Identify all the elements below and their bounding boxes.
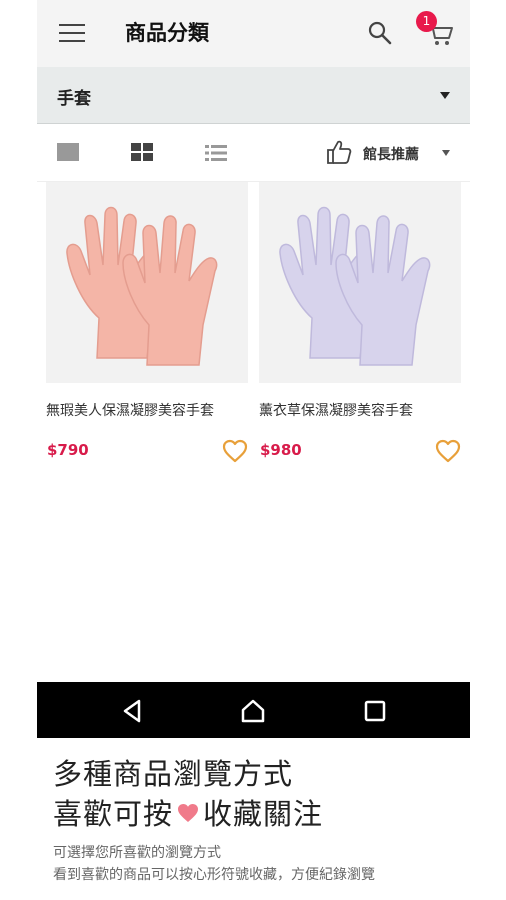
product-price: $790: [47, 441, 89, 459]
glove-image: [279, 206, 431, 366]
heart-icon[interactable]: [435, 439, 461, 463]
cart-count-badge: 1: [416, 11, 437, 32]
android-nav-bar: [37, 682, 470, 738]
grid-view-icon[interactable]: [131, 143, 153, 163]
search-icon[interactable]: [367, 20, 393, 46]
heart-icon: [178, 804, 199, 822]
product-card[interactable]: 薰衣草保濕凝膠美容手套 $980: [259, 182, 461, 463]
category-selected-label: 手套: [57, 89, 91, 109]
chevron-down-icon: [442, 150, 450, 156]
product-image[interactable]: [259, 182, 461, 383]
home-icon[interactable]: [240, 698, 266, 724]
app-bar: 商品分類 1: [37, 0, 470, 67]
product-image[interactable]: [46, 182, 248, 383]
recents-icon[interactable]: [362, 698, 388, 724]
category-dropdown[interactable]: 手套: [37, 67, 470, 124]
list-view-icon[interactable]: [205, 143, 227, 163]
product-price: $980: [260, 441, 302, 459]
promo-headline-2: 喜歡可按 收藏關注: [53, 794, 493, 834]
product-name[interactable]: 薰衣草保濕凝膠美容手套: [259, 400, 461, 420]
view-toolbar: 館長推薦: [37, 124, 470, 182]
promo-subtext: 可選擇您所喜歡的瀏覽方式: [53, 845, 221, 861]
promo-headline-part: 收藏關注: [203, 797, 324, 831]
promo-headline-part: 喜歡可按: [53, 797, 174, 831]
promo-caption: 多種商品瀏覽方式 喜歡可按 收藏關注 可選擇您所喜歡的瀏覽方式 看到喜歡的商品可以…: [53, 754, 493, 886]
sort-label: 館長推薦: [363, 147, 419, 163]
promo-subtext: 看到喜歡的商品可以按心形符號收藏，方便紀錄瀏覽: [53, 867, 375, 883]
app-screen: 商品分類 1 手套 館長推薦 無瑕美人保濕凝膠美容手套 $790 薰衣草保濕凝膠…: [37, 0, 470, 738]
page-title: 商品分類: [125, 21, 209, 45]
thumbs-up-icon: [327, 140, 352, 164]
menu-icon[interactable]: [59, 24, 85, 42]
back-icon[interactable]: [120, 698, 146, 724]
heart-icon[interactable]: [222, 439, 248, 463]
promo-headline: 多種商品瀏覽方式: [53, 757, 294, 791]
chevron-down-icon: [440, 92, 450, 99]
single-view-icon[interactable]: [57, 143, 79, 163]
glove-image: [66, 206, 218, 366]
product-name[interactable]: 無瑕美人保濕凝膠美容手套: [46, 400, 248, 420]
product-card[interactable]: 無瑕美人保濕凝膠美容手套 $790: [46, 182, 248, 463]
